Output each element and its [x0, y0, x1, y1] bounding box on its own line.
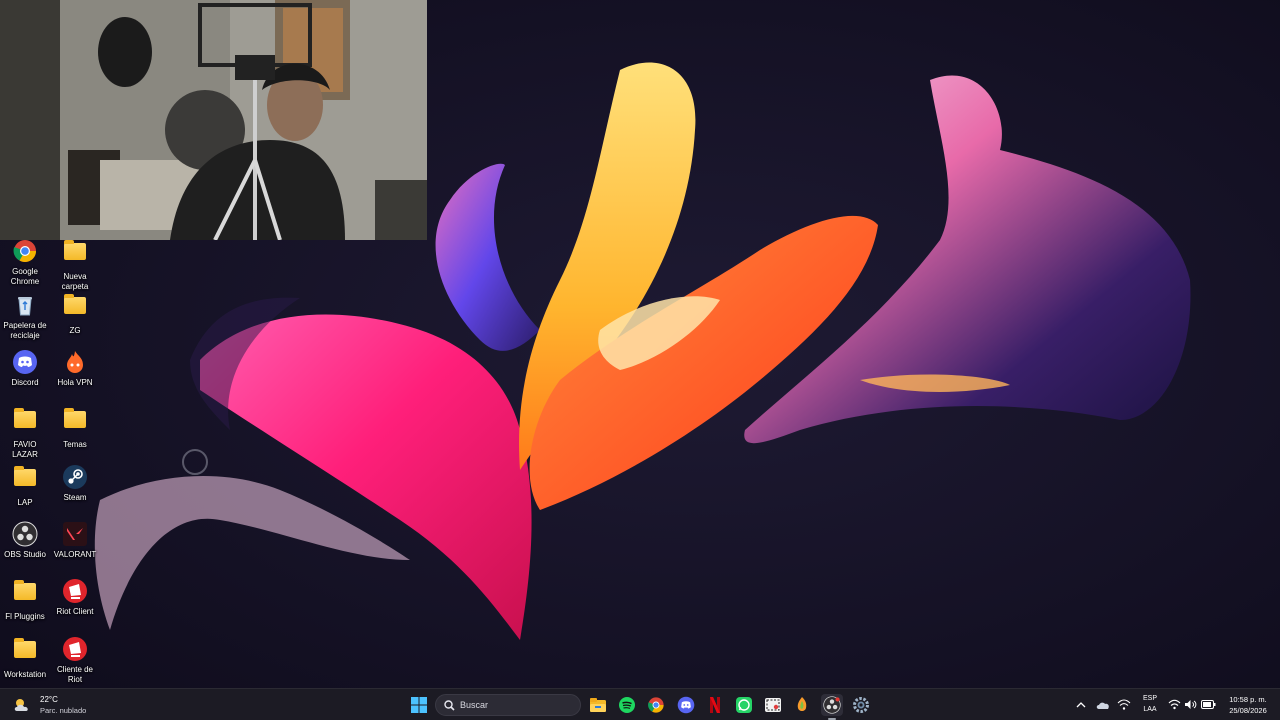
- weather-temperature: 22°C: [40, 695, 58, 704]
- wifi-icon[interactable]: [1168, 699, 1181, 710]
- taskbar-settings[interactable]: [850, 694, 872, 716]
- fl-studio-icon: [797, 697, 807, 711]
- chrome-icon: [12, 238, 38, 264]
- weather-condition: Parc. nublado: [40, 706, 87, 715]
- desktop-icon-label: ZG: [69, 326, 81, 335]
- discord-icon: [677, 696, 695, 714]
- desktop-icon-label: Riot Client: [56, 607, 94, 616]
- desktop-icon-riot-client[interactable]: Riot Client: [50, 578, 100, 617]
- taskbar-discord[interactable]: [675, 694, 697, 716]
- desktop-icon-hola-vpn[interactable]: Hola VPN: [50, 349, 100, 388]
- taskbar-spotify[interactable]: [616, 694, 638, 716]
- discord-icon: [12, 349, 38, 375]
- weather-widget[interactable]: 22°C Parc. nublado: [6, 689, 96, 720]
- desktop-icon-discord[interactable]: Discord: [0, 349, 50, 388]
- desktop-icon-label: Nueva carpeta: [61, 272, 89, 291]
- desktop-icon-lap[interactable]: LAP: [0, 464, 50, 508]
- desktop-icon-steam[interactable]: Steam: [50, 464, 100, 503]
- folder-icon: [62, 408, 88, 437]
- desktop-icon-label: OBS Studio: [4, 550, 46, 559]
- desktop-icon-label: Papelera de reciclaje: [3, 321, 47, 340]
- taskbar-chrome[interactable]: [645, 694, 667, 716]
- search-icon: [444, 700, 455, 711]
- search-placeholder: Buscar: [460, 700, 489, 710]
- desktop-icon-favio-lazar[interactable]: FAVIO LAZAR: [0, 406, 50, 459]
- taskbar-obs[interactable]: [821, 694, 843, 716]
- desktop-icon-label: LAP: [17, 498, 33, 507]
- battery-icon[interactable]: [1201, 700, 1216, 709]
- desktop-icon-valorant[interactable]: VALORANT: [50, 521, 100, 560]
- desktop-icon-temas[interactable]: Temas: [50, 406, 100, 450]
- folder-icon: [62, 240, 88, 269]
- obs-icon: [823, 696, 841, 714]
- taskbar-file-explorer[interactable]: [587, 694, 609, 716]
- taskbar-whatsapp[interactable]: [733, 694, 755, 716]
- desktop-icon-cliente-de-riot[interactable]: Cliente de Riot: [50, 636, 100, 684]
- valorant-icon: [62, 521, 88, 547]
- desktop-icon-label: VALORANT: [53, 550, 97, 559]
- desktop-icon-nueva-carpeta[interactable]: Nueva carpeta: [50, 238, 100, 291]
- desktop-icon-chrome[interactable]: Google Chrome: [0, 238, 50, 286]
- folder-icon: [12, 638, 38, 667]
- clock-date[interactable]: 25/08/2026: [1222, 706, 1274, 715]
- taskbar: 22°C Parc. nublado Buscar ESP LAA 10:58 …: [0, 688, 1280, 720]
- partly-cloudy-icon: [14, 699, 28, 711]
- windows-start-icon: [411, 697, 427, 713]
- keyboard-layout-indicator[interactable]: LAA: [1140, 706, 1160, 713]
- desktop-icon-recycle-bin[interactable]: Papelera de reciclaje: [0, 292, 50, 340]
- desktop-icon-fl-pluggins[interactable]: Fl Pluggins: [0, 578, 50, 622]
- volume-icon[interactable]: [1184, 699, 1197, 710]
- netflix-icon: [710, 697, 720, 713]
- folder-icon: [12, 408, 38, 437]
- chevron-up-icon[interactable]: [1076, 701, 1086, 709]
- taskbar-fl-studio[interactable]: [791, 694, 813, 716]
- riot-client-icon: [62, 636, 88, 662]
- taskbar-search[interactable]: Buscar: [435, 694, 581, 716]
- desktop-icon-obs-studio[interactable]: OBS Studio: [0, 521, 50, 560]
- whatsapp-icon: [736, 697, 752, 713]
- desktop-icon-label: Cliente de Riot: [56, 665, 94, 684]
- file-explorer-icon: [590, 698, 606, 712]
- network-status-icon[interactable]: [1117, 699, 1131, 711]
- desktop-icon-label: Hola VPN: [57, 378, 93, 387]
- desktop-icon-label: Temas: [63, 440, 87, 449]
- folder-icon: [62, 294, 88, 323]
- clock-time[interactable]: 10:58 p. m.: [1222, 695, 1274, 704]
- onedrive-icon[interactable]: [1096, 700, 1110, 710]
- start-button[interactable]: [408, 694, 430, 716]
- desktop-icon-label: Workstation: [3, 670, 47, 679]
- desktop-icon-label: Steam: [63, 493, 87, 502]
- spotify-icon: [619, 697, 635, 713]
- obs-icon: [12, 521, 38, 547]
- taskbar-netflix[interactable]: [704, 694, 726, 716]
- desktop-icon-zg[interactable]: ZG: [50, 292, 100, 336]
- taskbar-snipping-tool[interactable]: [762, 694, 784, 716]
- chrome-icon: [648, 697, 664, 713]
- recycle-bin-icon: [12, 292, 38, 318]
- folder-icon: [12, 580, 38, 609]
- desktop-icon-label: Fl Pluggins: [5, 612, 45, 621]
- desktop-icon-label: Discord: [11, 378, 39, 387]
- gear-icon: [853, 697, 869, 713]
- desktop-icon-label: Google Chrome: [10, 267, 40, 286]
- desktop-icon-workstation[interactable]: Workstation: [0, 636, 50, 680]
- folder-icon: [12, 466, 38, 495]
- desktop-icon-label: FAVIO LAZAR: [12, 440, 38, 459]
- riot-client-icon: [62, 578, 88, 604]
- language-indicator[interactable]: ESP: [1140, 695, 1160, 702]
- webcam-overlay: [0, 0, 427, 240]
- hola-vpn-icon: [62, 349, 88, 375]
- steam-icon: [62, 464, 88, 490]
- snipping-tool-icon: [765, 698, 781, 712]
